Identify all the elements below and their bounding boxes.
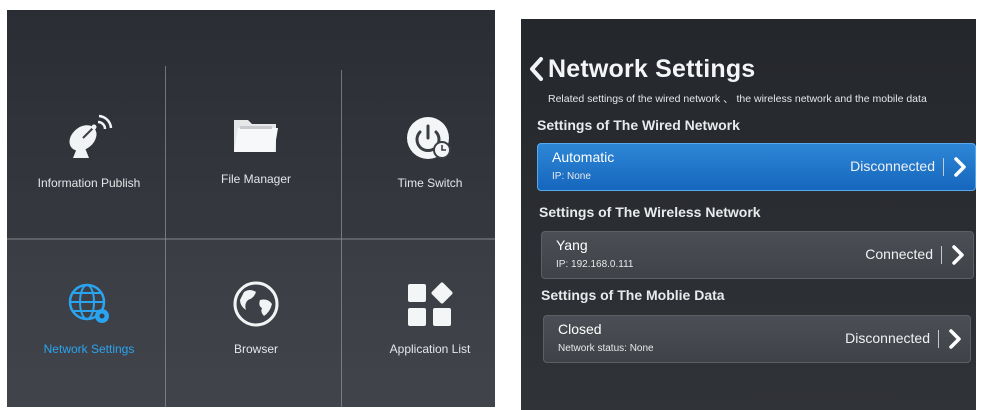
- status-text: Disconnected: [845, 330, 930, 346]
- tile-application-list[interactable]: Application List: [365, 278, 495, 356]
- tile-label: Time Switch: [397, 176, 463, 190]
- tile-label: Browser: [233, 342, 278, 356]
- tile-network-settings[interactable]: Network Settings: [19, 278, 159, 356]
- wireless-network-row[interactable]: Yang IP: 192.168.0.111 Connected: [541, 231, 974, 279]
- grid-divider-vertical-2: [341, 70, 342, 407]
- status-text: Disconnected: [850, 158, 935, 174]
- page-subtitle: Related settings of the wired network 、 …: [548, 93, 927, 105]
- power-clock-icon: [404, 112, 456, 164]
- wired-network-row[interactable]: Automatic IP: None Disconnected: [537, 143, 976, 191]
- row-detail: IP: 192.168.0.111: [556, 259, 634, 270]
- section-title-wired: Settings of The Wired Network: [537, 117, 740, 133]
- chevron-right-icon: [953, 157, 967, 182]
- page-title: Network Settings: [548, 55, 756, 83]
- satellite-dish-icon: [63, 112, 115, 164]
- row-detail: Network status: None: [558, 343, 654, 354]
- tile-label: File Manager: [220, 172, 292, 186]
- tile-label: Information Publish: [37, 176, 141, 190]
- app-grid-icon: [404, 278, 456, 330]
- row-name: Automatic: [552, 149, 615, 165]
- launcher-panel: Information Publish File Manager Time Sw…: [7, 10, 495, 407]
- mobile-data-row[interactable]: Closed Network status: None Disconnected: [543, 315, 971, 363]
- section-title-wireless: Settings of The Wireless Network: [539, 204, 761, 220]
- tile-file-manager[interactable]: File Manager: [191, 108, 321, 186]
- tile-time-switch[interactable]: Time Switch: [365, 112, 495, 190]
- folder-icon: [230, 108, 282, 160]
- grid-divider-horizontal: [7, 238, 495, 240]
- divider: [938, 330, 939, 348]
- chevron-right-icon: [951, 245, 965, 270]
- tile-label: Application List: [389, 342, 471, 356]
- network-settings-panel: Network Settings Related settings of the…: [521, 19, 976, 410]
- divider: [943, 158, 944, 176]
- status-text: Connected: [865, 246, 933, 262]
- chevron-right-icon: [948, 329, 962, 354]
- globe-gear-icon: [63, 278, 115, 330]
- globe-icon: [230, 278, 282, 330]
- section-title-mobile: Settings of The Moblie Data: [541, 287, 725, 303]
- tile-label: Network Settings: [43, 342, 135, 356]
- tile-information-publish[interactable]: Information Publish: [19, 112, 159, 190]
- grid-divider-vertical-1: [165, 66, 166, 407]
- row-name: Yang: [556, 237, 588, 253]
- row-detail: IP: None: [552, 171, 591, 182]
- divider: [941, 246, 942, 264]
- row-name: Closed: [558, 321, 602, 337]
- back-chevron-icon[interactable]: [528, 57, 544, 86]
- tile-browser[interactable]: Browser: [191, 278, 321, 356]
